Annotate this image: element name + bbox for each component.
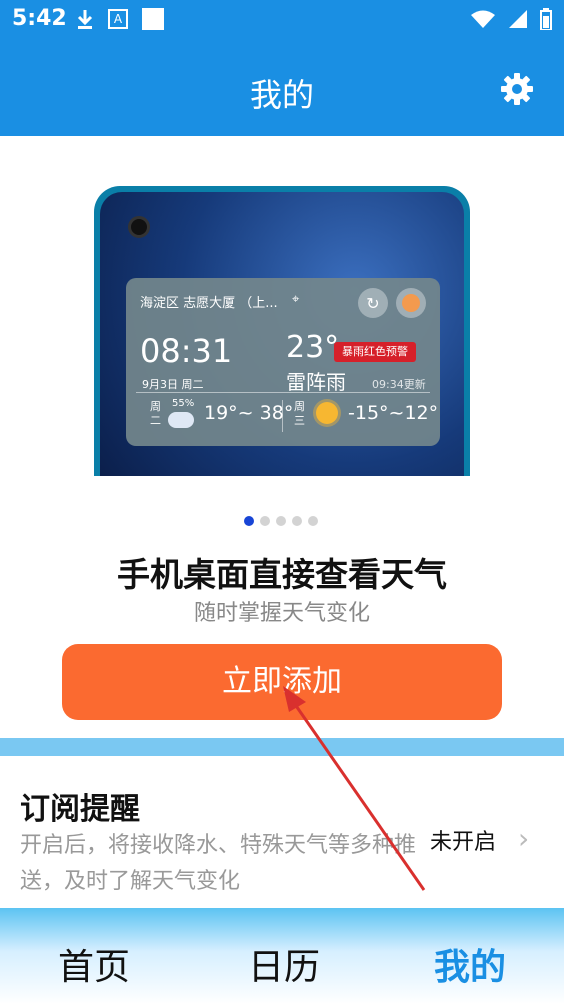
settings-gear-icon[interactable] [500, 72, 534, 106]
widget-date: 9月3日 周二 [142, 378, 204, 391]
status-notifications: A [76, 8, 164, 30]
weather-alert-badge: 暴雨红色预警 [334, 342, 416, 362]
widget-divider [136, 392, 430, 393]
carousel-dot[interactable] [276, 516, 286, 526]
bottom-tab-bar: 首页 日历 我的 [0, 908, 564, 1004]
location-pin-icon: ⌖ [292, 292, 300, 307]
avatar-icon [396, 288, 426, 318]
page-title: 我的 [249, 76, 314, 114]
widget-temperature: 23° [286, 330, 340, 365]
notification-square-icon [142, 8, 164, 30]
widget-time: 08:31 [140, 332, 233, 370]
forecast-humidity: 55% [172, 398, 195, 409]
weather-widget-preview: 海淀区 志愿大厦 （上... ⌖ ↻ 08:31 9月3日 周二 23° 雷阵雨… [126, 278, 440, 446]
forecast-range-2: -15°~12° [348, 402, 439, 424]
sun-icon [316, 402, 338, 424]
status-time: 5:42 [12, 6, 67, 31]
phone-mockup: 海淀区 志愿大厦 （上... ⌖ ↻ 08:31 9月3日 周二 23° 雷阵雨… [94, 186, 470, 476]
subscription-status: 未开启 [430, 830, 497, 855]
cloud-rain-icon [168, 412, 194, 428]
app-bar: 我的 [0, 40, 564, 136]
forecast-range-1: 19°~ 38° [204, 402, 294, 424]
carousel-indicator [244, 516, 318, 526]
refresh-icon: ↻ [358, 288, 388, 318]
signal-icon [509, 10, 527, 28]
widget-location: 海淀区 志愿大厦 （上... [140, 296, 278, 311]
text-badge-icon: A [108, 9, 128, 29]
widget-condition: 雷阵雨 [286, 370, 346, 394]
battery-icon [540, 8, 552, 30]
tab-home[interactable]: 首页 [58, 938, 130, 990]
chevron-right-icon: › [518, 822, 530, 855]
phone-screen: 海淀区 志愿大厦 （上... ⌖ ↻ 08:31 9月3日 周二 23° 雷阵雨… [100, 192, 464, 476]
carousel-dot[interactable] [260, 516, 270, 526]
promo-subline: 随时掌握天气变化 [193, 601, 370, 626]
status-bar: 5:42 A [0, 0, 564, 40]
carousel-dot[interactable] [308, 516, 318, 526]
carousel-dot[interactable] [292, 516, 302, 526]
forecast-day-2: 周三 [294, 400, 305, 427]
download-icon [77, 10, 93, 29]
camera-icon [128, 216, 150, 238]
forecast-day-1: 周二 [150, 400, 161, 427]
status-system-icons [470, 8, 552, 30]
widget-updated-time: 09:34更新 [372, 378, 426, 391]
widget-preview-banner[interactable]: 海淀区 志愿大厦 （上... ⌖ ↻ 08:31 9月3日 周二 23° 雷阵雨… [94, 186, 470, 476]
carousel-dot[interactable] [244, 516, 254, 526]
section-divider [0, 738, 564, 756]
tab-calendar[interactable]: 日历 [248, 938, 320, 990]
add-widget-button[interactable]: 立即添加 [62, 644, 502, 720]
subscription-description: 开启后，将接收降水、特殊天气等多种推送，及时了解天气变化 [20, 833, 417, 894]
wifi-icon [471, 10, 495, 28]
tab-mine[interactable]: 我的 [434, 938, 506, 990]
subscription-title: 订阅提醒 [20, 792, 140, 827]
promo-headline: 手机桌面直接查看天气 [117, 555, 447, 594]
